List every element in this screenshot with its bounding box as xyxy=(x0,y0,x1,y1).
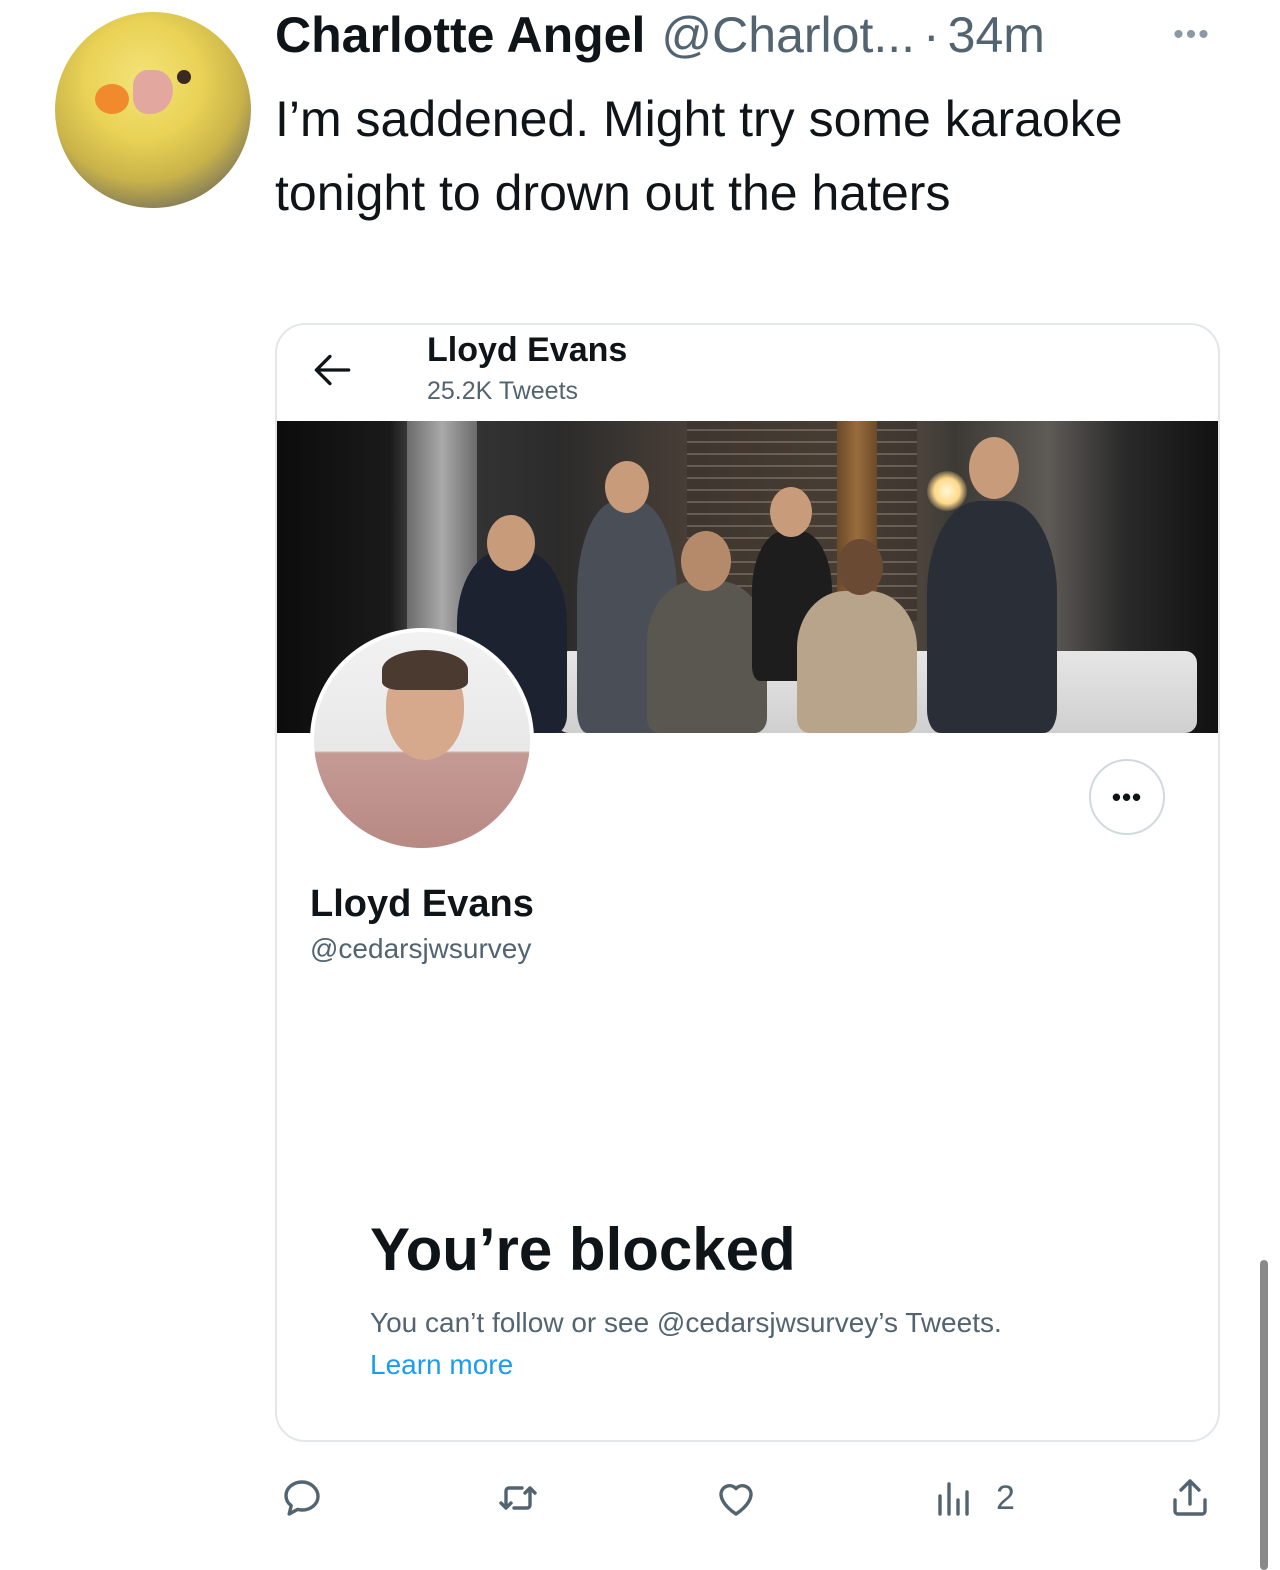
author-display-name[interactable]: Charlotte Angel xyxy=(275,6,645,64)
tweet-timestamp[interactable]: 34m xyxy=(948,6,1045,64)
profile-avatar[interactable] xyxy=(310,628,534,852)
embedded-image-card[interactable]: Lloyd Evans 25.2K Tweets ••• Lloyd Evans xyxy=(275,323,1220,1442)
share-button[interactable] xyxy=(1166,1472,1214,1524)
avatar-cheek xyxy=(95,84,129,114)
banner-person xyxy=(797,539,917,733)
author-handle[interactable]: @Charlot... xyxy=(661,6,915,64)
tweet-text: I’m saddened. Might try some karaoke ton… xyxy=(275,91,1123,221)
tweet-header: Charlotte Angel @Charlot... · 34m xyxy=(275,6,1155,64)
profile-header-title: Lloyd Evans xyxy=(427,331,628,369)
reply-button[interactable] xyxy=(278,1472,326,1524)
profile-more-button[interactable]: ••• xyxy=(1089,759,1165,835)
reply-icon xyxy=(284,1480,320,1516)
avatar-hair xyxy=(382,650,468,690)
profile-name: Lloyd Evans xyxy=(310,883,534,925)
views-icon xyxy=(938,1482,969,1516)
avatar-eye xyxy=(177,70,191,84)
views-count: 2 xyxy=(996,1478,1015,1517)
scrollbar[interactable] xyxy=(1260,1260,1268,1570)
header-separator: · xyxy=(923,7,940,63)
like-button[interactable] xyxy=(712,1472,760,1524)
blocked-title: You’re blocked xyxy=(370,1216,796,1283)
learn-more-link[interactable]: Learn more xyxy=(370,1349,513,1381)
share-icon xyxy=(1173,1479,1207,1516)
profile-tweet-count: 25.2K Tweets xyxy=(427,377,579,405)
banner-person xyxy=(647,531,767,733)
views-button[interactable]: 2 xyxy=(930,1472,1015,1524)
heart-icon xyxy=(719,1484,753,1516)
tweet-more-button[interactable]: ••• xyxy=(1168,18,1216,54)
avatar-beak xyxy=(133,70,173,114)
retweet-button[interactable] xyxy=(494,1472,542,1524)
banner-person xyxy=(927,437,1057,733)
arrow-left-icon[interactable] xyxy=(307,345,357,395)
retweet-icon xyxy=(499,1486,537,1510)
banner-light xyxy=(927,471,967,511)
blocked-description: You can’t follow or see @cedarsjwsurvey’… xyxy=(370,1307,1002,1338)
profile-handle: @cedarsjwsurvey xyxy=(310,933,532,964)
author-avatar[interactable] xyxy=(55,12,251,208)
